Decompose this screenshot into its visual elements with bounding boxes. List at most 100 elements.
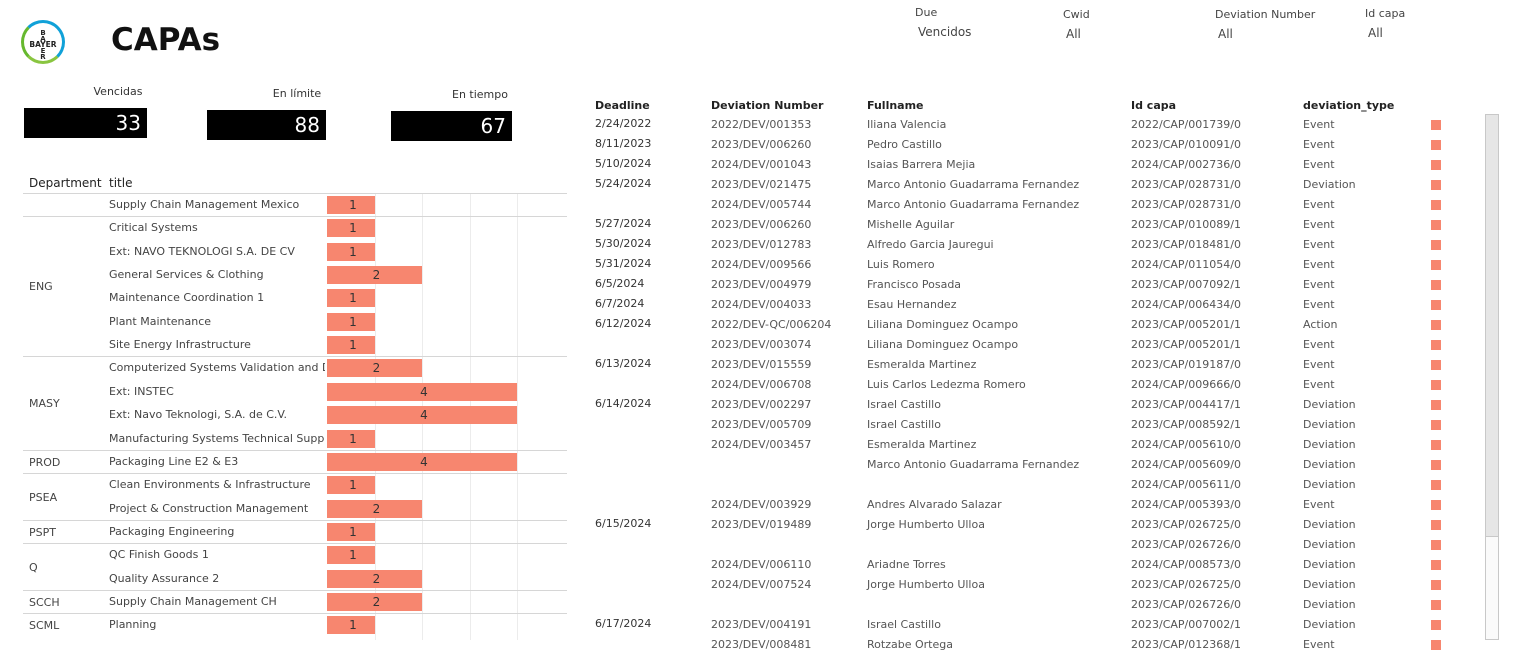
- row-title: Manufacturing Systems Technical Suppo..: [109, 432, 325, 445]
- column-header-department[interactable]: Department: [29, 176, 102, 190]
- id-capa-cell: 2024/CAP/005610/0: [1131, 438, 1241, 451]
- filter-id-capa[interactable]: Id capa All: [1365, 7, 1405, 40]
- row-marker[interactable]: [1431, 160, 1441, 170]
- kpi-value-en-tiempo[interactable]: 67: [391, 111, 512, 141]
- filter-value[interactable]: All: [1365, 26, 1405, 40]
- id-capa-cell: 2023/CAP/026725/0: [1131, 518, 1241, 531]
- filter-cwid[interactable]: Cwid All: [1063, 8, 1090, 41]
- row-marker[interactable]: [1431, 460, 1441, 470]
- deviation-number-cell: 2023/DEV/005709: [711, 418, 812, 431]
- row-marker[interactable]: [1431, 280, 1441, 290]
- fullname-cell: Israel Castillo: [867, 418, 941, 431]
- deadline-cell: 6/14/2024: [595, 397, 652, 410]
- row-marker[interactable]: [1431, 640, 1441, 650]
- row-marker[interactable]: [1431, 380, 1441, 390]
- bar-label: 1: [349, 525, 357, 539]
- deviation-type-cell: Event: [1303, 278, 1335, 291]
- column-header-deviation-number[interactable]: Deviation Number: [711, 99, 823, 112]
- department-label: ENG: [29, 280, 53, 293]
- deviation-number-cell: 2024/DEV/001043: [711, 158, 812, 171]
- fullname-cell: Marco Antonio Guadarrama Fernandez: [867, 198, 1080, 211]
- row-marker[interactable]: [1431, 400, 1441, 410]
- deadline-cell: 6/7/2024: [595, 297, 645, 310]
- deviation-type-cell: Deviation: [1303, 538, 1356, 551]
- row-title: Ext: NAVO TEKNOLOGI S.A. DE CV: [109, 245, 295, 258]
- row-marker[interactable]: [1431, 420, 1441, 430]
- id-capa-cell: 2023/CAP/026726/0: [1131, 538, 1241, 551]
- deviation-type-cell: Event: [1303, 138, 1335, 151]
- fullname-cell: Alfredo Garcia Jauregui: [867, 238, 994, 251]
- row-marker[interactable]: [1431, 140, 1441, 150]
- deviation-type-cell: Event: [1303, 158, 1335, 171]
- deadline-cell: 5/27/2024: [595, 217, 652, 230]
- filter-label: Deviation Number: [1215, 8, 1316, 21]
- filter-deviation-number[interactable]: Deviation Number All: [1215, 8, 1315, 41]
- row-marker[interactable]: [1431, 200, 1441, 210]
- filter-label: Due: [915, 6, 938, 19]
- row-marker[interactable]: [1431, 260, 1441, 270]
- column-header-deadline[interactable]: Deadline: [595, 99, 650, 112]
- deviation-type-cell: Deviation: [1303, 478, 1356, 491]
- column-header-fullname[interactable]: Fullname: [867, 99, 924, 112]
- deadline-cell: 2/24/2022: [595, 117, 652, 130]
- deviation-type-cell: Deviation: [1303, 178, 1356, 191]
- deadline-cell: 5/10/2024: [595, 157, 652, 170]
- id-capa-cell: 2023/CAP/012368/1: [1131, 638, 1241, 651]
- deviation-type-cell: Deviation: [1303, 438, 1356, 451]
- column-header-id-capa[interactable]: Id capa: [1131, 99, 1176, 112]
- row-marker[interactable]: [1431, 120, 1441, 130]
- row-title: Maintenance Coordination 1: [109, 291, 265, 304]
- row-marker[interactable]: [1431, 520, 1441, 530]
- row-marker[interactable]: [1431, 180, 1441, 190]
- kpi-value-vencidas[interactable]: 33: [24, 108, 147, 138]
- deadline-cell: 6/17/2024: [595, 617, 652, 630]
- fullname-cell: Francisco Posada: [867, 278, 962, 291]
- department-label: SCML: [29, 619, 60, 632]
- deviation-number-cell: 2024/DEV/003929: [711, 498, 812, 511]
- filter-value[interactable]: Vencidos: [915, 25, 971, 39]
- deviation-type-cell: Deviation: [1303, 578, 1356, 591]
- deviation-type-cell: Event: [1303, 118, 1335, 131]
- row-marker[interactable]: [1431, 220, 1441, 230]
- bar-label: 1: [349, 548, 357, 562]
- deviation-type-cell: Event: [1303, 358, 1335, 371]
- row-marker[interactable]: [1431, 500, 1441, 510]
- deviation-number-cell: 2023/DEV/015559: [711, 358, 812, 371]
- department-label: PSEA: [29, 491, 58, 504]
- row-title: Quality Assurance 2: [109, 572, 220, 585]
- id-capa-cell: 2024/CAP/002736/0: [1131, 158, 1241, 171]
- row-marker[interactable]: [1431, 540, 1441, 550]
- row-marker[interactable]: [1431, 600, 1441, 610]
- id-capa-cell: 2023/CAP/026725/0: [1131, 578, 1241, 591]
- deviation-number-cell: 2024/DEV/009566: [711, 258, 812, 271]
- scrollbar-thumb[interactable]: [1486, 115, 1498, 537]
- filter-value[interactable]: All: [1215, 27, 1315, 41]
- id-capa-cell: 2024/CAP/005611/0: [1131, 478, 1241, 491]
- filter-due[interactable]: Due Vencidos: [915, 6, 971, 39]
- deviation-type-cell: Event: [1303, 198, 1335, 211]
- group-separator: [23, 216, 567, 217]
- group-separator: [23, 520, 567, 521]
- row-marker[interactable]: [1431, 620, 1441, 630]
- group-separator: [23, 473, 567, 474]
- row-marker[interactable]: [1431, 320, 1441, 330]
- row-marker[interactable]: [1431, 300, 1441, 310]
- row-marker[interactable]: [1431, 440, 1441, 450]
- fullname-cell: Isaias Barrera Mejia: [867, 158, 976, 171]
- row-marker[interactable]: [1431, 360, 1441, 370]
- filter-value[interactable]: All: [1063, 27, 1090, 41]
- bar-label: 2: [372, 502, 381, 516]
- deadline-cell: 5/24/2024: [595, 177, 652, 190]
- fullname-cell: Esmeralda Martinez: [867, 438, 977, 451]
- row-marker[interactable]: [1431, 340, 1441, 350]
- row-title: Clean Environments & Infrastructure: [109, 478, 311, 491]
- row-marker[interactable]: [1431, 560, 1441, 570]
- row-marker[interactable]: [1431, 580, 1441, 590]
- row-marker[interactable]: [1431, 240, 1441, 250]
- column-header-title[interactable]: title: [109, 176, 132, 190]
- deviation-type-cell: Event: [1303, 298, 1335, 311]
- row-marker[interactable]: [1431, 480, 1441, 490]
- column-header-deviation-type[interactable]: deviation_type: [1303, 99, 1394, 112]
- deviation-number-cell: 2024/DEV/006708: [711, 378, 812, 391]
- kpi-value-en-limite[interactable]: 88: [207, 110, 326, 140]
